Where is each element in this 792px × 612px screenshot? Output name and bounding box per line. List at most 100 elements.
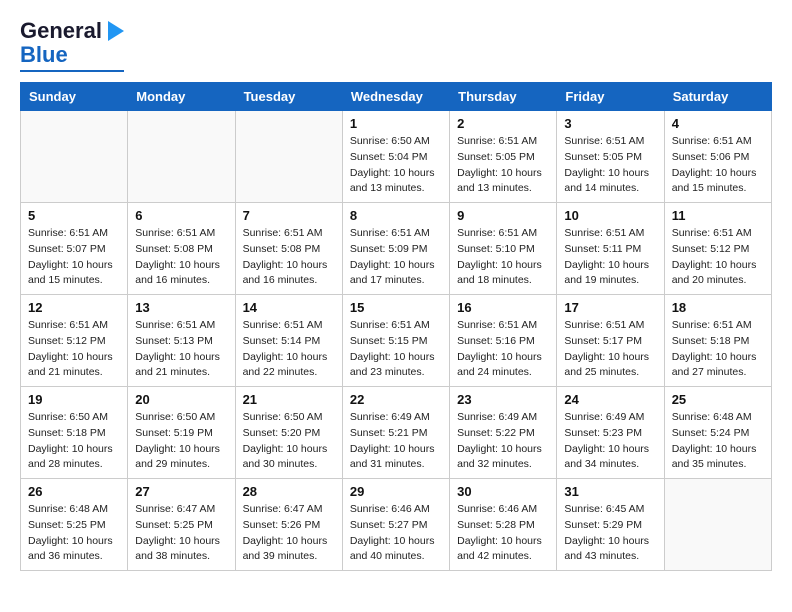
calendar-cell: [235, 111, 342, 203]
day-info: Sunrise: 6:51 AMSunset: 5:12 PMDaylight:…: [28, 318, 120, 381]
calendar-cell: 8 Sunrise: 6:51 AMSunset: 5:09 PMDaylight…: [342, 203, 449, 295]
day-number: 1: [350, 116, 442, 131]
day-number: 15: [350, 300, 442, 315]
calendar-cell: 17Sunrise: 6:51 AMSunset: 5:17 PMDayligh…: [557, 295, 664, 387]
day-number: 19: [28, 392, 120, 407]
day-number: 23: [457, 392, 549, 407]
calendar-cell: [128, 111, 235, 203]
day-info: Sunrise: 6:50 AMSunset: 5:04 PMDaylight:…: [350, 134, 442, 197]
calendar-cell: 10 Sunrise: 6:51 AMSunset: 5:11 PMDayligh…: [557, 203, 664, 295]
calendar-cell: 29 Sunrise: 6:46 AMSunset: 5:27 PMDayligh…: [342, 479, 449, 571]
calendar-cell: 25 Sunrise: 6:48 AMSunset: 5:24 PMDayligh…: [664, 387, 771, 479]
day-number: 29: [350, 484, 442, 499]
day-number: 18: [672, 300, 764, 315]
day-info: Sunrise: 6:49 AMSunset: 5:23 PMDaylight:…: [564, 410, 656, 473]
day-number: 14: [243, 300, 335, 315]
day-number: 20: [135, 392, 227, 407]
day-number: 2: [457, 116, 549, 131]
calendar-cell: 6 Sunrise: 6:51 AMSunset: 5:08 PMDaylight…: [128, 203, 235, 295]
day-number: 22: [350, 392, 442, 407]
day-info: Sunrise: 6:51 AMSunset: 5:13 PMDaylight:…: [135, 318, 227, 381]
day-number: 9: [457, 208, 549, 223]
calendar-cell: 21Sunrise: 6:50 AMSunset: 5:20 PMDayligh…: [235, 387, 342, 479]
weekday-header-friday: Friday: [557, 83, 664, 111]
calendar-cell: 4Sunrise: 6:51 AMSunset: 5:06 PMDaylight…: [664, 111, 771, 203]
day-info: Sunrise: 6:51 AMSunset: 5:09 PMDaylight:…: [350, 226, 442, 289]
page-header: General Blue: [20, 20, 772, 72]
day-number: 26: [28, 484, 120, 499]
logo-line: [20, 70, 124, 72]
day-number: 25: [672, 392, 764, 407]
day-number: 8: [350, 208, 442, 223]
day-info: Sunrise: 6:51 AMSunset: 5:18 PMDaylight:…: [672, 318, 764, 381]
day-info: Sunrise: 6:46 AMSunset: 5:28 PMDaylight:…: [457, 502, 549, 565]
day-info: Sunrise: 6:48 AMSunset: 5:25 PMDaylight:…: [28, 502, 120, 565]
day-number: 11: [672, 208, 764, 223]
day-info: Sunrise: 6:51 AMSunset: 5:15 PMDaylight:…: [350, 318, 442, 381]
calendar-cell: 18 Sunrise: 6:51 AMSunset: 5:18 PMDayligh…: [664, 295, 771, 387]
logo: General Blue: [20, 20, 124, 72]
day-info: Sunrise: 6:51 AMSunset: 5:10 PMDaylight:…: [457, 226, 549, 289]
day-number: 31: [564, 484, 656, 499]
calendar-cell: 19 Sunrise: 6:50 AMSunset: 5:18 PMDayligh…: [21, 387, 128, 479]
day-info: Sunrise: 6:46 AMSunset: 5:27 PMDaylight:…: [350, 502, 442, 565]
logo-blue: Blue: [20, 42, 68, 68]
calendar-cell: 16Sunrise: 6:51 AMSunset: 5:16 PMDayligh…: [450, 295, 557, 387]
calendar-week-2: 5Sunrise: 6:51 AMSunset: 5:07 PMDaylight…: [21, 203, 772, 295]
day-info: Sunrise: 6:50 AMSunset: 5:18 PMDaylight:…: [28, 410, 120, 473]
weekday-header-saturday: Saturday: [664, 83, 771, 111]
calendar-cell: 14Sunrise: 6:51 AMSunset: 5:14 PMDayligh…: [235, 295, 342, 387]
calendar-week-3: 12 Sunrise: 6:51 AMSunset: 5:12 PMDayligh…: [21, 295, 772, 387]
day-number: 5: [28, 208, 120, 223]
weekday-header-monday: Monday: [128, 83, 235, 111]
calendar-cell: 30 Sunrise: 6:46 AMSunset: 5:28 PMDayligh…: [450, 479, 557, 571]
day-number: 6: [135, 208, 227, 223]
day-number: 3: [564, 116, 656, 131]
calendar-cell: [21, 111, 128, 203]
day-info: Sunrise: 6:51 AMSunset: 5:08 PMDaylight:…: [243, 226, 335, 289]
day-number: 12: [28, 300, 120, 315]
day-number: 4: [672, 116, 764, 131]
day-number: 30: [457, 484, 549, 499]
calendar-week-1: 1 Sunrise: 6:50 AMSunset: 5:04 PMDaylight…: [21, 111, 772, 203]
calendar-cell: 31 Sunrise: 6:45 AMSunset: 5:29 PMDayligh…: [557, 479, 664, 571]
logo-arrow-icon: [106, 21, 124, 41]
calendar-header-row: SundayMondayTuesdayWednesdayThursdayFrid…: [21, 83, 772, 111]
day-info: Sunrise: 6:51 AMSunset: 5:12 PMDaylight:…: [672, 226, 764, 289]
calendar-cell: 2 Sunrise: 6:51 AMSunset: 5:05 PMDaylight…: [450, 111, 557, 203]
day-info: Sunrise: 6:51 AMSunset: 5:08 PMDaylight:…: [135, 226, 227, 289]
calendar-table: SundayMondayTuesdayWednesdayThursdayFrid…: [20, 82, 772, 571]
day-number: 21: [243, 392, 335, 407]
calendar-cell: [664, 479, 771, 571]
day-info: Sunrise: 6:47 AMSunset: 5:25 PMDaylight:…: [135, 502, 227, 565]
calendar-cell: 24Sunrise: 6:49 AMSunset: 5:23 PMDayligh…: [557, 387, 664, 479]
day-info: Sunrise: 6:47 AMSunset: 5:26 PMDaylight:…: [243, 502, 335, 565]
calendar-week-5: 26 Sunrise: 6:48 AMSunset: 5:25 PMDayligh…: [21, 479, 772, 571]
calendar-cell: 7 Sunrise: 6:51 AMSunset: 5:08 PMDaylight…: [235, 203, 342, 295]
day-info: Sunrise: 6:51 AMSunset: 5:17 PMDaylight:…: [564, 318, 656, 381]
weekday-header-wednesday: Wednesday: [342, 83, 449, 111]
day-number: 10: [564, 208, 656, 223]
day-info: Sunrise: 6:50 AMSunset: 5:19 PMDaylight:…: [135, 410, 227, 473]
calendar-cell: 9 Sunrise: 6:51 AMSunset: 5:10 PMDaylight…: [450, 203, 557, 295]
weekday-header-tuesday: Tuesday: [235, 83, 342, 111]
weekday-header-sunday: Sunday: [21, 83, 128, 111]
logo-general: General: [20, 20, 102, 42]
day-number: 7: [243, 208, 335, 223]
day-info: Sunrise: 6:49 AMSunset: 5:21 PMDaylight:…: [350, 410, 442, 473]
calendar-cell: 20 Sunrise: 6:50 AMSunset: 5:19 PMDayligh…: [128, 387, 235, 479]
day-info: Sunrise: 6:51 AMSunset: 5:05 PMDaylight:…: [564, 134, 656, 197]
day-info: Sunrise: 6:49 AMSunset: 5:22 PMDaylight:…: [457, 410, 549, 473]
day-number: 27: [135, 484, 227, 499]
calendar-cell: 26 Sunrise: 6:48 AMSunset: 5:25 PMDayligh…: [21, 479, 128, 571]
calendar-cell: 15 Sunrise: 6:51 AMSunset: 5:15 PMDayligh…: [342, 295, 449, 387]
day-number: 16: [457, 300, 549, 315]
day-info: Sunrise: 6:51 AMSunset: 5:11 PMDaylight:…: [564, 226, 656, 289]
calendar-cell: 23 Sunrise: 6:49 AMSunset: 5:22 PMDayligh…: [450, 387, 557, 479]
day-number: 28: [243, 484, 335, 499]
calendar-cell: 3 Sunrise: 6:51 AMSunset: 5:05 PMDaylight…: [557, 111, 664, 203]
day-info: Sunrise: 6:45 AMSunset: 5:29 PMDaylight:…: [564, 502, 656, 565]
calendar-week-4: 19 Sunrise: 6:50 AMSunset: 5:18 PMDayligh…: [21, 387, 772, 479]
day-info: Sunrise: 6:51 AMSunset: 5:05 PMDaylight:…: [457, 134, 549, 197]
day-info: Sunrise: 6:48 AMSunset: 5:24 PMDaylight:…: [672, 410, 764, 473]
